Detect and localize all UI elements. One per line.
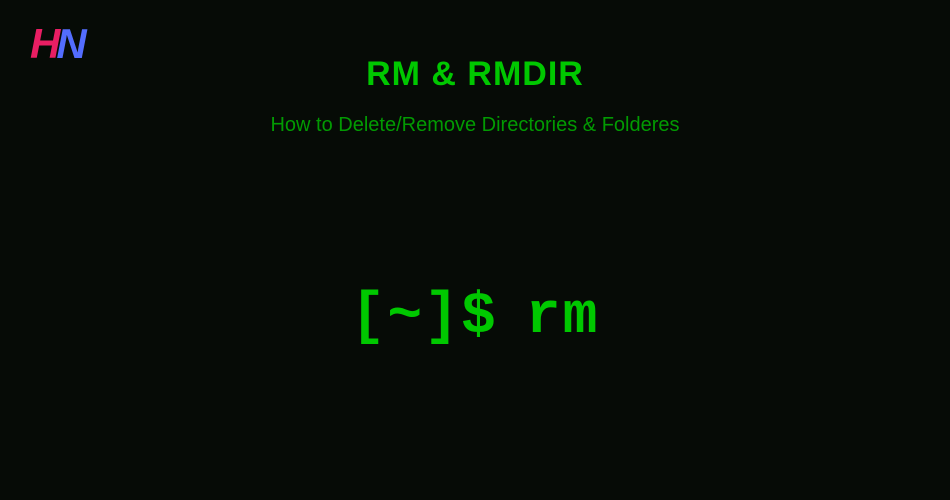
terminal-prompt: [~]$: [351, 285, 498, 350]
page-title: RM & RMDIR: [0, 55, 950, 94]
header-content: RM & RMDIR How to Delete/Remove Director…: [0, 55, 950, 137]
page-subtitle: How to Delete/Remove Directories & Folde…: [0, 114, 950, 137]
terminal-command: rm: [526, 285, 600, 350]
terminal-line: [~]$ rm: [351, 285, 600, 350]
